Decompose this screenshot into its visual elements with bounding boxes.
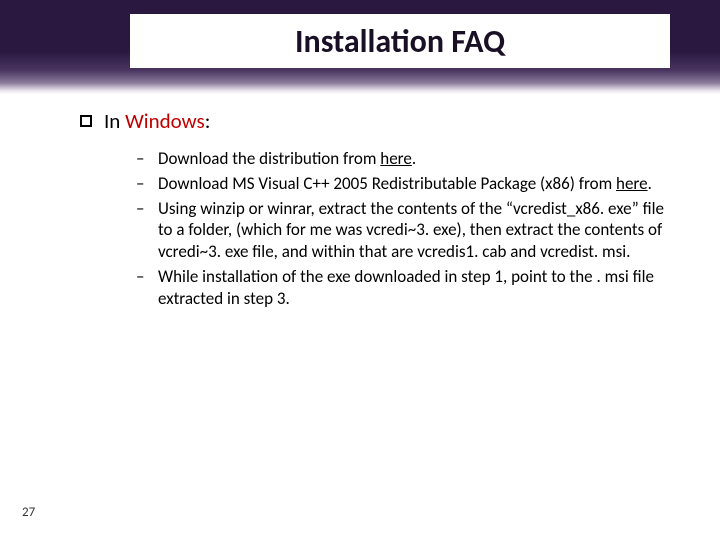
item-text-a: Download MS Visual C++ 2005 Redistributa… (158, 173, 616, 194)
list-item: Download MS Visual C++ 2005 Redistributa… (136, 173, 680, 195)
sub-list: Download the distribution from here. Dow… (136, 148, 680, 309)
item-text: Using winzip or winrar, extract the cont… (158, 198, 664, 263)
title-band: Installation FAQ (0, 0, 720, 94)
heading-line: In Windows: (80, 108, 680, 134)
heading-prefix: In (104, 108, 125, 134)
list-item: Using winzip or winrar, extract the cont… (136, 198, 680, 263)
item-text-b: . (648, 173, 652, 194)
heading-text: In Windows: (104, 108, 210, 134)
slide-title: Installation FAQ (295, 22, 505, 61)
square-bullet-icon (80, 115, 92, 127)
title-box: Installation FAQ (130, 14, 670, 68)
item-text: While installation of the exe downloaded… (158, 266, 654, 309)
heading-suffix: : (205, 108, 211, 134)
here-link[interactable]: here (616, 173, 648, 194)
list-item: While installation of the exe downloaded… (136, 266, 680, 310)
heading-highlight: Windows (125, 108, 205, 134)
list-item: Download the distribution from here. (136, 148, 680, 170)
page-number: 27 (22, 505, 35, 520)
here-link[interactable]: here (380, 148, 412, 169)
item-text-a: Download the distribution from (158, 148, 380, 169)
content-area: In Windows: Download the distribution fr… (80, 108, 680, 312)
item-text-b: . (412, 148, 416, 169)
